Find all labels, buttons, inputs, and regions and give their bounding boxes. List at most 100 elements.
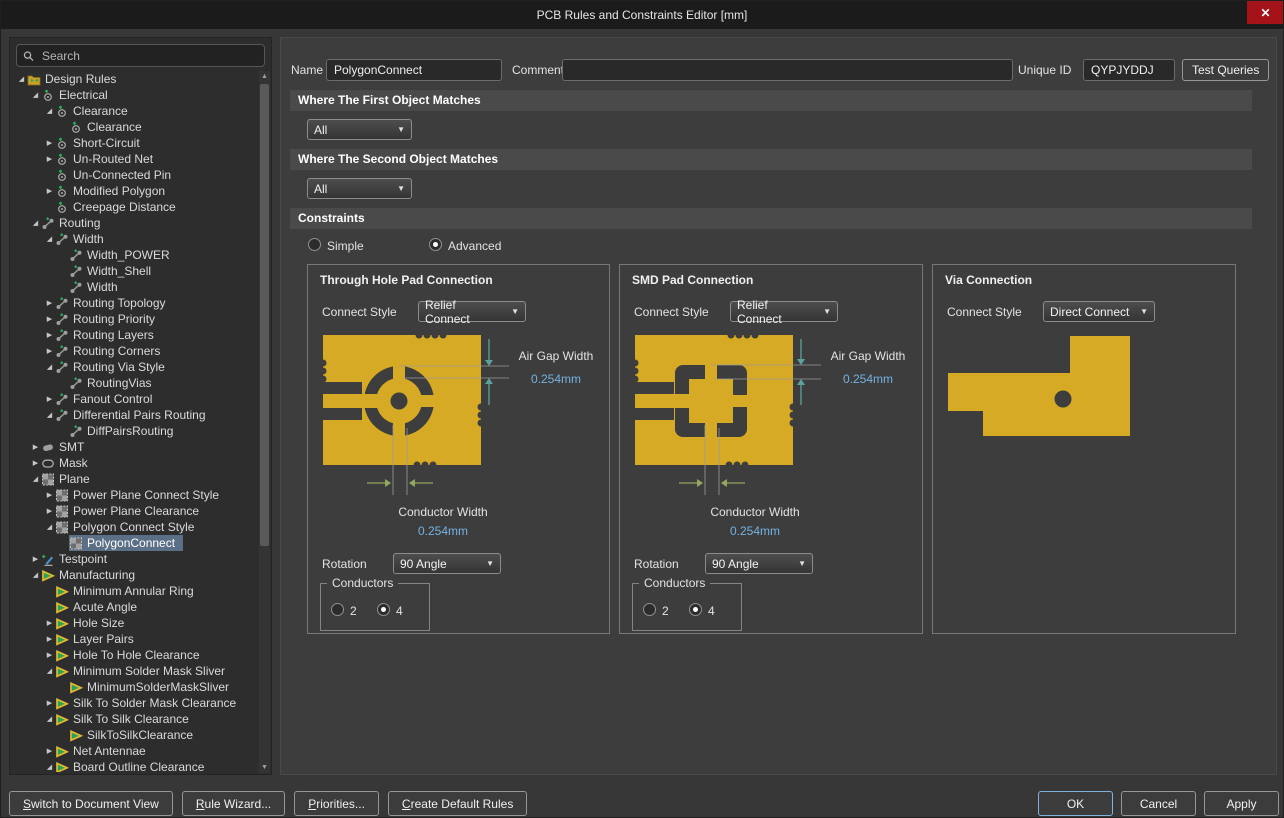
tree-expand-arrow[interactable]: ▶ xyxy=(44,155,55,163)
tree-item[interactable]: ▶SMT xyxy=(12,439,258,455)
tree-expand-arrow[interactable]: ▶ xyxy=(44,747,55,755)
tree-expand-arrow[interactable]: ◢ xyxy=(44,523,55,531)
second-match-dropdown[interactable]: All ▼ xyxy=(307,178,412,199)
tree-expand-arrow[interactable]: ◢ xyxy=(44,235,55,243)
tree-item[interactable]: ▶Un-Routed Net xyxy=(12,151,258,167)
tree-expand-arrow[interactable]: ▶ xyxy=(44,651,55,659)
tree-expand-arrow[interactable]: ◢ xyxy=(44,715,55,723)
close-button[interactable]: ✕ xyxy=(1247,1,1284,24)
tree-item[interactable]: ◢Board Outline Clearance xyxy=(12,759,258,772)
comment-input[interactable] xyxy=(562,59,1013,81)
scroll-down-icon[interactable]: ▼ xyxy=(259,762,270,773)
tree-item[interactable]: ◢Polygon Connect Style xyxy=(12,519,258,535)
apply-button[interactable]: Apply xyxy=(1204,791,1279,816)
tree-item[interactable]: ▶Silk To Solder Mask Clearance xyxy=(12,695,258,711)
tree-expand-arrow[interactable]: ▶ xyxy=(44,347,55,355)
tree-item[interactable]: ◢Electrical xyxy=(12,87,258,103)
tree-expand-arrow[interactable]: ▶ xyxy=(44,507,55,515)
tree-expand-arrow[interactable]: ▶ xyxy=(30,443,41,451)
tree-expand-arrow[interactable]: ▶ xyxy=(44,635,55,643)
simple-radio[interactable] xyxy=(308,238,321,251)
tree-item[interactable]: MinimumSolderMaskSliver xyxy=(12,679,258,695)
tree-item[interactable]: ▶Routing Priority xyxy=(12,311,258,327)
priorities-button[interactable]: Priorities... xyxy=(294,791,379,816)
tree-scrollbar[interactable]: ▲ ▼ xyxy=(259,71,270,773)
tree-item[interactable]: ▶Hole To Hole Clearance xyxy=(12,647,258,663)
advanced-radio[interactable] xyxy=(429,238,442,251)
tree-item[interactable]: DiffPairsRouting xyxy=(12,423,258,439)
conductors-4-radio[interactable] xyxy=(689,603,702,616)
tree-item[interactable]: ◢Clearance xyxy=(12,103,258,119)
first-match-dropdown[interactable]: All ▼ xyxy=(307,119,412,140)
tree-expand-arrow[interactable]: ▶ xyxy=(44,331,55,339)
tree-item[interactable]: ▶Net Antennae xyxy=(12,743,258,759)
tree-expand-arrow[interactable]: ▶ xyxy=(44,315,55,323)
tree-expand-arrow[interactable]: ▶ xyxy=(44,299,55,307)
tree-item[interactable]: ▶Mask xyxy=(12,455,258,471)
tree-expand-arrow[interactable]: ◢ xyxy=(44,667,55,675)
tree-item[interactable]: Creepage Distance xyxy=(12,199,258,215)
tree-expand-arrow[interactable]: ◢ xyxy=(30,571,41,579)
through-hole-connect-style-dropdown[interactable]: Relief Connect ▼ xyxy=(418,301,526,322)
tree-item[interactable]: ▶Fanout Control xyxy=(12,391,258,407)
tree-expand-arrow[interactable]: ◢ xyxy=(30,91,41,99)
tree-expand-arrow[interactable]: ◢ xyxy=(44,107,55,115)
via-connect-style-dropdown[interactable]: Direct Connect ▼ xyxy=(1043,301,1155,322)
tree-expand-arrow[interactable]: ▶ xyxy=(30,459,41,467)
tree-item[interactable]: ◢Manufacturing xyxy=(12,567,258,583)
tree-item[interactable]: ◢Design Rules xyxy=(12,71,258,87)
smd-connect-style-dropdown[interactable]: Relief Connect ▼ xyxy=(730,301,838,322)
search-input[interactable] xyxy=(40,48,258,64)
tree-item[interactable]: ▶Modified Polygon xyxy=(12,183,258,199)
name-input[interactable] xyxy=(326,59,502,81)
rule-wizard-button[interactable]: Rule Wizard... xyxy=(182,791,285,816)
tree-item[interactable]: ▶Routing Topology xyxy=(12,295,258,311)
tree-expand-arrow[interactable]: ▶ xyxy=(44,395,55,403)
tree-item[interactable]: Width_POWER xyxy=(12,247,258,263)
tree-expand-arrow[interactable]: ◢ xyxy=(44,763,55,771)
tree-item[interactable]: ◢Routing Via Style xyxy=(12,359,258,375)
tree-item[interactable]: ▶Hole Size xyxy=(12,615,258,631)
create-default-rules-button[interactable]: Create Default Rules xyxy=(388,791,527,816)
tree-item[interactable]: ◢Differential Pairs Routing xyxy=(12,407,258,423)
tree-item[interactable]: ▶Layer Pairs xyxy=(12,631,258,647)
through-hole-rotation-dropdown[interactable]: 90 Angle ▼ xyxy=(393,553,501,574)
tree-item[interactable]: ◢Minimum Solder Mask Sliver xyxy=(12,663,258,679)
tree-expand-arrow[interactable]: ▶ xyxy=(44,187,55,195)
tree-item[interactable]: ◢Width xyxy=(12,231,258,247)
tree-item[interactable]: ▶Routing Corners xyxy=(12,343,258,359)
tree-item[interactable]: Width_Shell xyxy=(12,263,258,279)
tree-item[interactable]: ◢Plane xyxy=(12,471,258,487)
scrollbar-thumb[interactable] xyxy=(260,84,269,546)
tree-expand-arrow[interactable]: ▶ xyxy=(44,139,55,147)
unique-id-input[interactable] xyxy=(1083,59,1175,81)
tree-item[interactable]: ▶Power Plane Clearance xyxy=(12,503,258,519)
tree-expand-arrow[interactable]: ▶ xyxy=(44,491,55,499)
smd-rotation-dropdown[interactable]: 90 Angle ▼ xyxy=(705,553,813,574)
conductors-2-radio[interactable] xyxy=(331,603,344,616)
tree-item[interactable]: ▶Routing Layers xyxy=(12,327,258,343)
tree-item[interactable]: Acute Angle xyxy=(12,599,258,615)
tree-item[interactable]: SilkToSilkClearance xyxy=(12,727,258,743)
conductors-2-radio[interactable] xyxy=(643,603,656,616)
tree-item[interactable]: ▶Power Plane Connect Style xyxy=(12,487,258,503)
tree-item[interactable]: RoutingVias xyxy=(12,375,258,391)
conductors-4-radio[interactable] xyxy=(377,603,390,616)
tree-item[interactable]: ▶Testpoint xyxy=(12,551,258,567)
tree-expand-arrow[interactable]: ▶ xyxy=(44,619,55,627)
tree-expand-arrow[interactable]: ◢ xyxy=(44,411,55,419)
cancel-button[interactable]: Cancel xyxy=(1121,791,1196,816)
tree-expand-arrow[interactable]: ◢ xyxy=(30,219,41,227)
tree-item[interactable]: ▶Short-Circuit xyxy=(12,135,258,151)
tree-item[interactable]: Minimum Annular Ring xyxy=(12,583,258,599)
tree-expand-arrow[interactable]: ▶ xyxy=(44,699,55,707)
tree-expand-arrow[interactable]: ▶ xyxy=(30,555,41,563)
switch-to-document-view-button[interactable]: Switch to Document View xyxy=(9,791,173,816)
tree-expand-arrow[interactable]: ◢ xyxy=(44,363,55,371)
tree-expand-arrow[interactable]: ◢ xyxy=(16,75,27,83)
scroll-up-icon[interactable]: ▲ xyxy=(259,71,270,82)
tree-item[interactable]: ◢Routing xyxy=(12,215,258,231)
tree-item[interactable]: Un-Connected Pin xyxy=(12,167,258,183)
ok-button[interactable]: OK xyxy=(1038,791,1113,816)
tree-item[interactable]: Width xyxy=(12,279,258,295)
